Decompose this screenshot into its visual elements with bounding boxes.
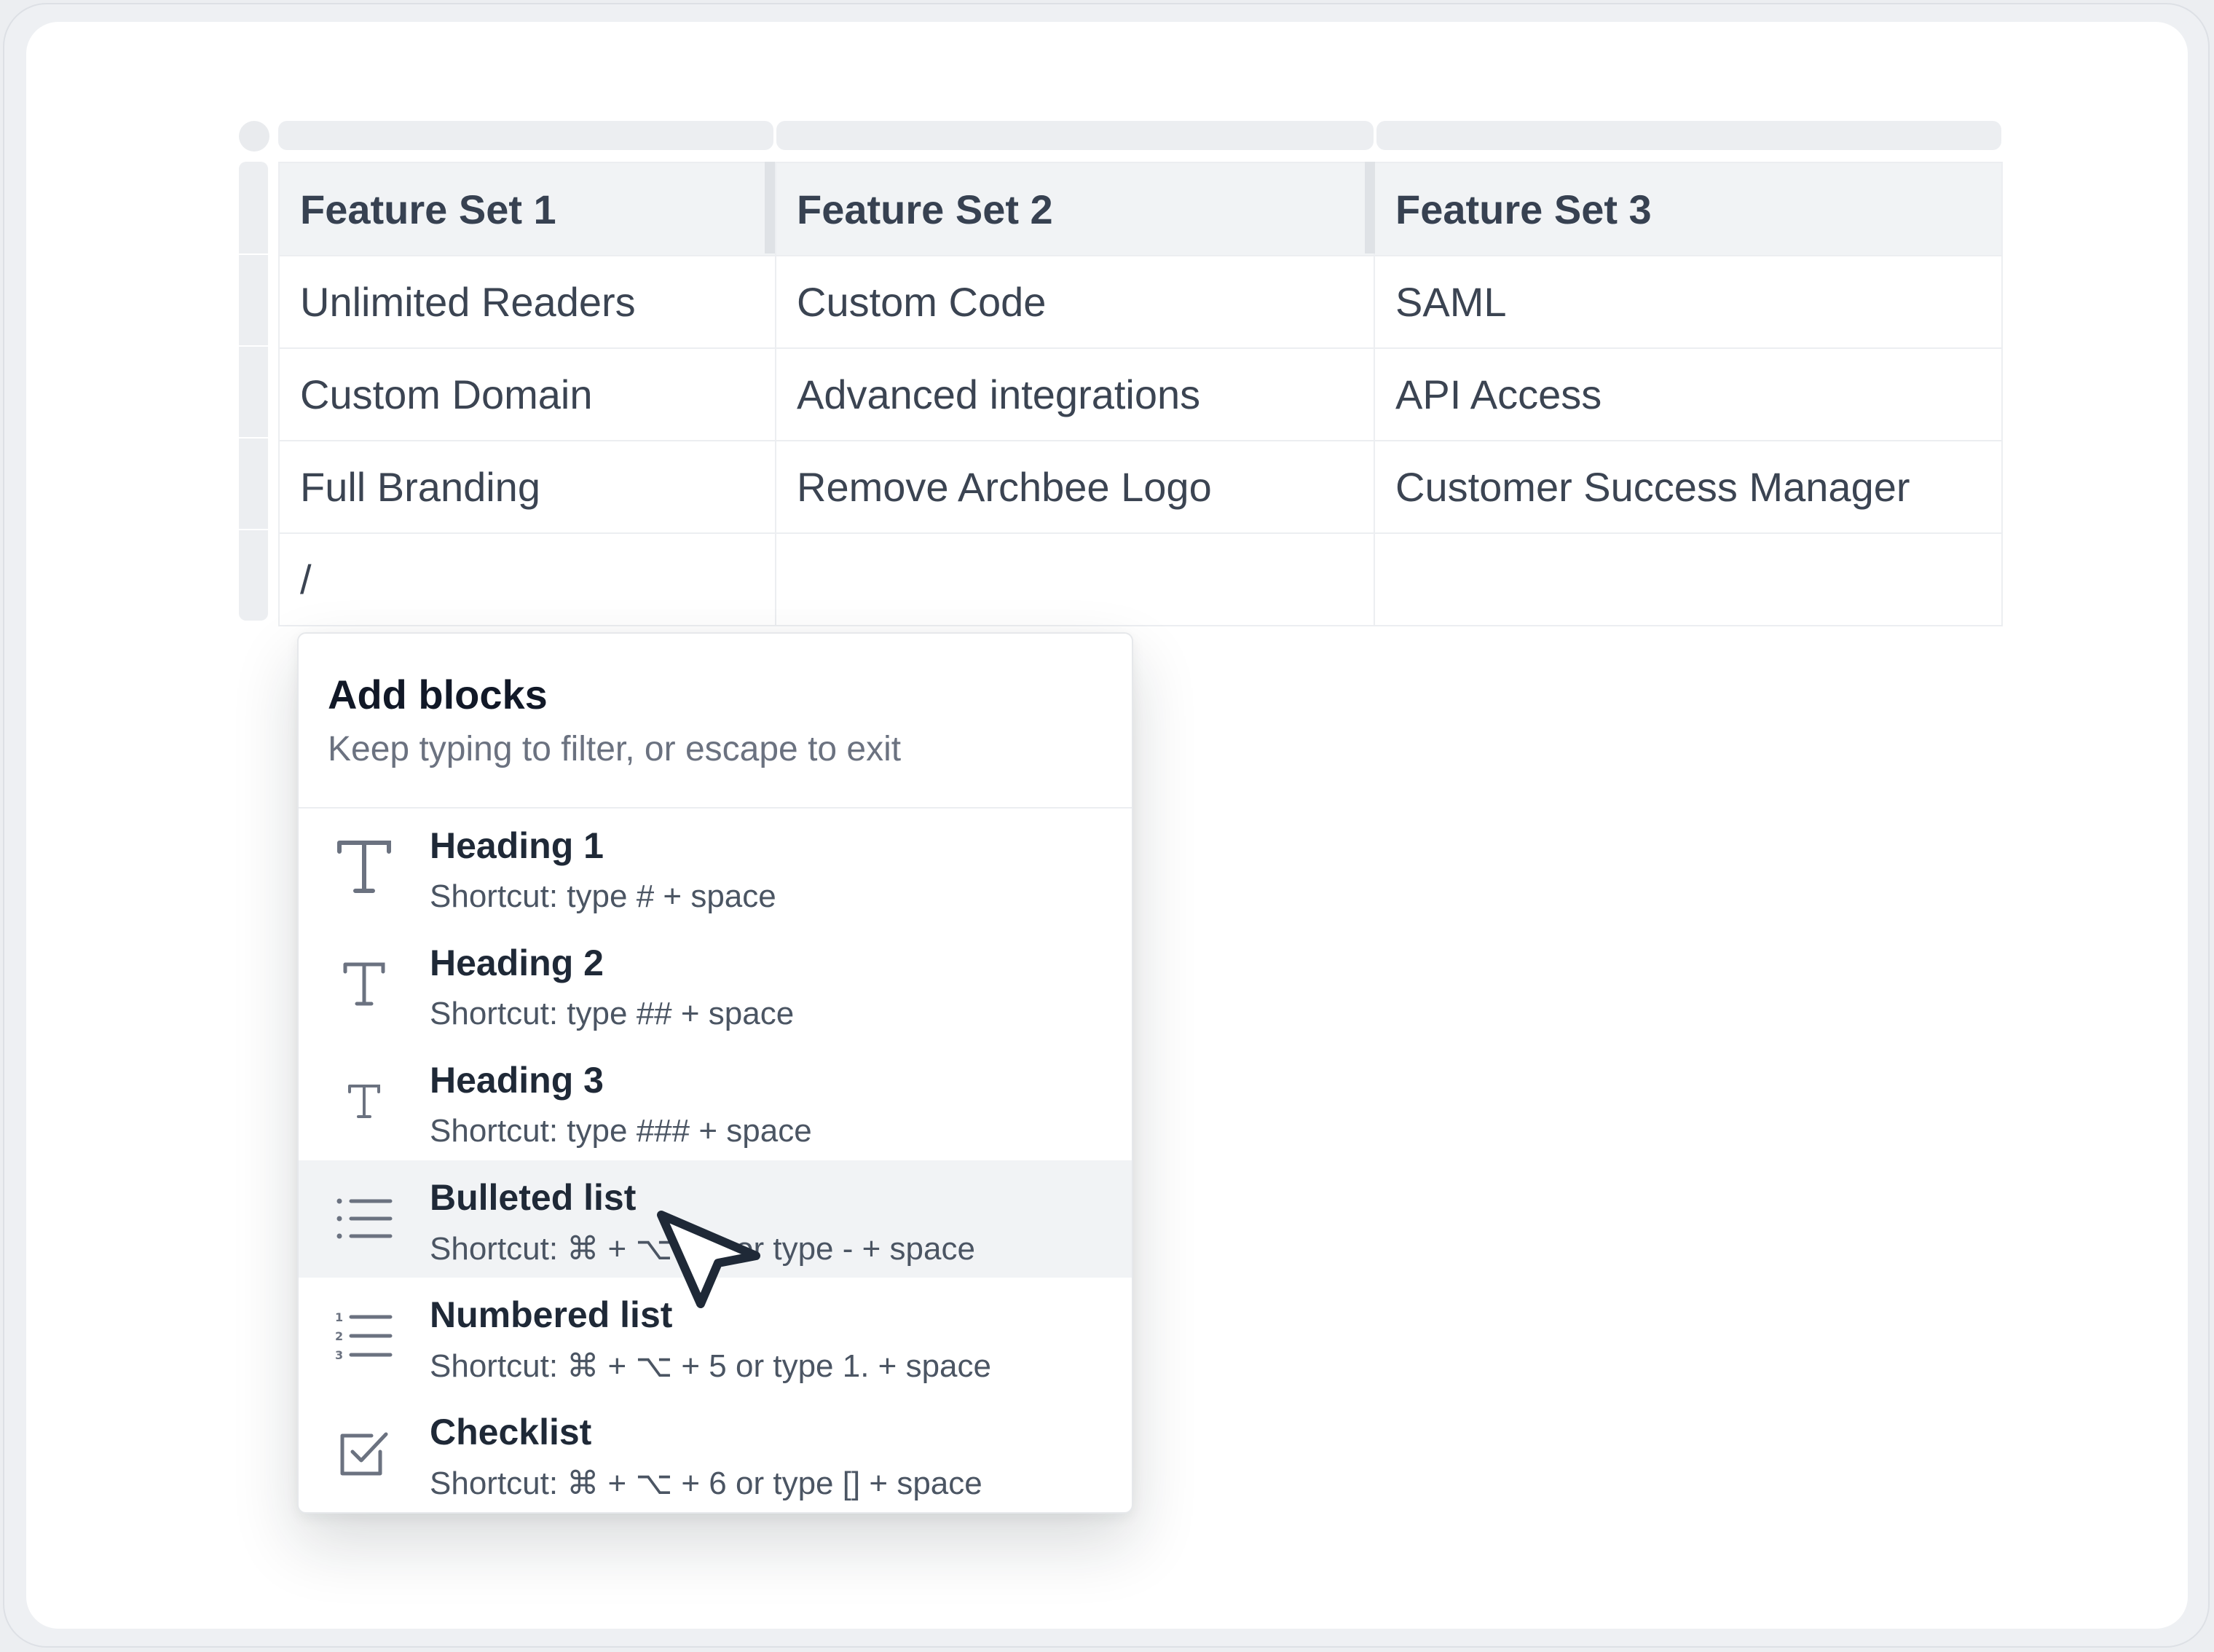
- table-row: Custom Domain Advanced integrations API …: [278, 347, 2003, 441]
- table-cell[interactable]: Custom Code: [775, 255, 1375, 349]
- menu-title: Add blocks: [328, 672, 548, 717]
- table-cell[interactable]: Full Branding: [278, 440, 776, 534]
- row-handle-4[interactable]: [239, 530, 268, 621]
- table-cell[interactable]: [775, 532, 1375, 626]
- svg-text:3: 3: [335, 1348, 343, 1362]
- column-handle-2[interactable]: [776, 121, 1374, 150]
- menu-item-checklist[interactable]: Checklist Shortcut: ⌘ + ⌥ + 6 or type []…: [299, 1395, 1132, 1512]
- mouse-pointer-icon: [657, 1211, 760, 1308]
- menu-item-shortcut: Shortcut: type # + space: [430, 878, 776, 914]
- table-header-row: Feature Set 1 Feature Set 2 Feature Set …: [278, 162, 2003, 256]
- menu-item-heading-1[interactable]: Heading 1 Shortcut: type # + space: [299, 809, 1132, 926]
- menu-item-shortcut: Shortcut: ⌘ + ⌥ + 5 or type 1. + space: [430, 1348, 991, 1384]
- feature-table-block: Feature Set 1 Feature Set 2 Feature Set …: [239, 121, 2003, 626]
- table-select-all-handle[interactable]: [239, 121, 269, 152]
- heading-3-icon: [328, 1058, 401, 1145]
- menu-item-shortcut: Shortcut: type ### + space: [430, 1113, 812, 1149]
- table-header-cell[interactable]: Feature Set 3: [1374, 162, 2003, 256]
- table-cell[interactable]: Unlimited Readers: [278, 255, 776, 349]
- feature-table: Feature Set 1 Feature Set 2 Feature Set …: [278, 162, 2003, 626]
- table-header-cell[interactable]: Feature Set 2: [775, 162, 1375, 256]
- svg-text:1: 1: [335, 1310, 343, 1324]
- menu-item-label: Numbered list: [430, 1294, 673, 1335]
- menu-item-label: Checklist: [430, 1412, 592, 1452]
- menu-item-heading-3[interactable]: Heading 3 Shortcut: type ### + space: [299, 1043, 1132, 1160]
- table-cell[interactable]: SAML: [1374, 255, 2003, 349]
- table-row: /: [278, 532, 2003, 626]
- heading-2-icon: [328, 940, 401, 1028]
- row-handle-1[interactable]: [239, 255, 268, 345]
- column-handle-1[interactable]: [278, 121, 773, 150]
- table-cell[interactable]: Customer Success Manager: [1374, 440, 2003, 534]
- table-cell[interactable]: Advanced integrations: [775, 347, 1375, 441]
- menu-item-label: Heading 1: [430, 825, 604, 866]
- add-blocks-menu: Add blocks Keep typing to filter, or esc…: [297, 632, 1133, 1514]
- table-row: Unlimited Readers Custom Code SAML: [278, 255, 2003, 349]
- row-handle-header[interactable]: [239, 162, 268, 253]
- menu-item-label: Heading 2: [430, 943, 604, 983]
- table-row: Full Branding Remove Archbee Logo Custom…: [278, 440, 2003, 534]
- column-handle-3[interactable]: [1376, 121, 2001, 150]
- column-resize-handle[interactable]: [765, 162, 775, 253]
- table-header-cell[interactable]: Feature Set 1: [278, 162, 776, 256]
- menu-item-shortcut: Shortcut: type ## + space: [430, 996, 795, 1031]
- table-cell[interactable]: API Access: [1374, 347, 2003, 441]
- menu-item-label: Bulleted list: [430, 1177, 637, 1218]
- menu-item-heading-2[interactable]: Heading 2 Shortcut: type ## + space: [299, 926, 1132, 1043]
- svg-text:2: 2: [335, 1329, 343, 1343]
- numbered-list-icon: 1 2 3: [328, 1292, 401, 1380]
- checklist-icon: [328, 1409, 401, 1497]
- table-cell[interactable]: Custom Domain: [278, 347, 776, 441]
- menu-item-shortcut: Shortcut: ⌘ + ⌥ + 6 or type [] + space: [430, 1466, 982, 1501]
- table-cell[interactable]: Remove Archbee Logo: [775, 440, 1375, 534]
- menu-item-label: Heading 3: [430, 1060, 604, 1101]
- bulleted-list-icon: [328, 1175, 401, 1262]
- table-cell[interactable]: [1374, 532, 2003, 626]
- table-cell-active[interactable]: /: [278, 532, 776, 626]
- column-resize-handle[interactable]: [1365, 162, 1375, 253]
- row-handle-2[interactable]: [239, 347, 268, 437]
- menu-subtitle: Keep typing to filter, or escape to exit: [328, 730, 902, 769]
- menu-header: Add blocks Keep typing to filter, or esc…: [299, 634, 1132, 809]
- heading-1-icon: [328, 823, 401, 910]
- row-handle-3[interactable]: [239, 438, 268, 529]
